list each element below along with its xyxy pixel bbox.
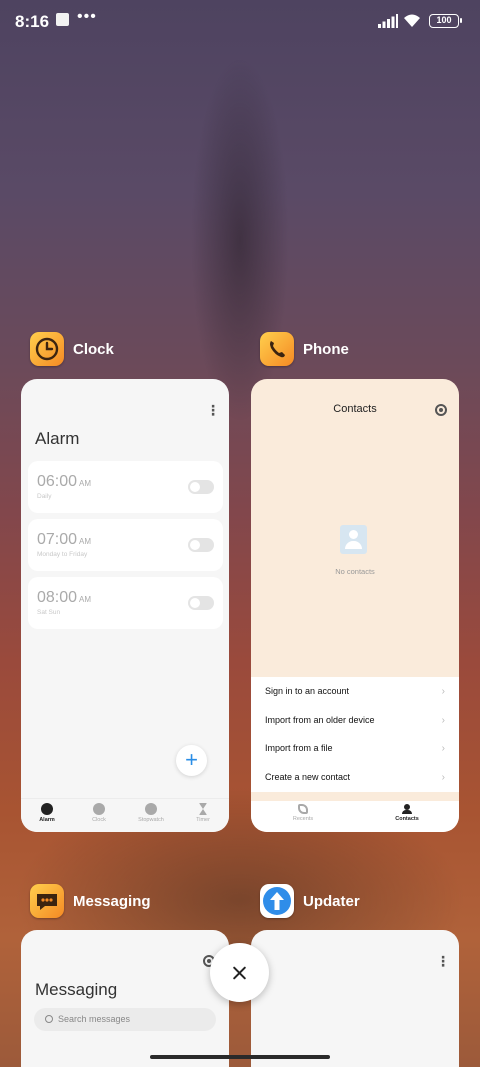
alarm-time: 07:00 AM <box>37 531 92 548</box>
create-contact-item[interactable]: Create a new contact › <box>265 772 445 786</box>
messaging-app-card[interactable]: Messaging Search messages <box>21 930 229 1067</box>
tab-alarm[interactable]: Alarm <box>21 799 73 832</box>
contacts-action-list: Sign in to an account › Import from an ol… <box>251 677 459 792</box>
messaging-app-icon[interactable] <box>30 884 64 918</box>
alarm-item[interactable]: 06:00 AM Daily <box>28 461 223 513</box>
more-notifications-icon: ••• <box>77 8 97 25</box>
alarm-time: 08:00 AM <box>37 589 92 606</box>
alarm-time: 06:00 AM <box>37 473 92 490</box>
messaging-app-title: Messaging <box>73 892 151 910</box>
clock-app-header[interactable]: Clock <box>30 332 114 366</box>
alarm-icon <box>41 803 53 815</box>
wifi-icon <box>404 14 420 27</box>
alarm-item[interactable]: 08:00 AM Sat Sun <box>28 577 223 629</box>
sign-in-item[interactable]: Sign in to an account › <box>265 686 445 700</box>
messaging-app-header[interactable]: Messaging <box>30 884 151 918</box>
updater-app-header[interactable]: Updater <box>260 884 360 918</box>
alarm-repeat: Sat Sun <box>37 609 61 616</box>
tab-clock[interactable]: Clock <box>73 799 125 832</box>
contacts-title: Contacts <box>333 403 377 415</box>
no-contacts-text: No contacts <box>335 567 375 576</box>
phone-app-icon[interactable] <box>260 332 294 366</box>
person-icon <box>402 804 412 814</box>
gear-icon[interactable] <box>435 404 447 416</box>
notification-square-icon <box>56 13 69 26</box>
alarm-toggle[interactable] <box>188 480 214 494</box>
more-options-icon[interactable]: ⋮ <box>436 954 450 968</box>
clock-app-icon[interactable] <box>30 332 64 366</box>
empty-contact-icon <box>340 525 367 554</box>
phone-app-card[interactable]: Contacts No contacts Sign in to an accou… <box>251 379 459 832</box>
clock-bottom-nav: Alarm Clock Stopwatch Timer <box>21 798 229 832</box>
updater-app-title: Updater <box>303 892 360 910</box>
alarm-heading: Alarm <box>35 429 80 448</box>
clock-app-title: Clock <box>73 340 114 358</box>
phone-bottom-nav: Recents Contacts <box>251 797 459 832</box>
tab-recents[interactable]: Recents <box>251 801 355 832</box>
signal-icon <box>378 14 398 28</box>
updater-app-card[interactable]: ⋮ <box>251 930 459 1067</box>
battery-level: 100 <box>436 15 452 25</box>
import-file-item[interactable]: Import from a file › <box>265 743 445 757</box>
tab-stopwatch[interactable]: Stopwatch <box>125 799 177 832</box>
search-input[interactable]: Search messages <box>34 1008 216 1031</box>
stopwatch-icon <box>145 803 157 815</box>
clock-app-card[interactable]: ⋮ Alarm 06:00 AM Daily 07:00 AM Monday to … <box>21 379 229 832</box>
chevron-right-icon: › <box>441 715 445 726</box>
hourglass-icon <box>199 803 207 815</box>
import-older-device-item[interactable]: Import from an older device › <box>265 715 445 729</box>
search-icon <box>45 1015 53 1023</box>
alarm-toggle[interactable] <box>188 596 214 610</box>
tab-contacts[interactable]: Contacts <box>355 801 459 832</box>
alarm-repeat: Daily <box>37 493 52 500</box>
alarm-item[interactable]: 07:00 AM Monday to Friday <box>28 519 223 571</box>
clock-icon <box>93 803 105 815</box>
add-alarm-button[interactable]: + <box>176 745 207 776</box>
battery-icon: 100 <box>429 14 462 28</box>
phone-app-title: Phone <box>303 340 349 358</box>
clear-all-button[interactable] <box>210 943 269 1002</box>
tab-timer[interactable]: Timer <box>177 799 229 832</box>
phone-app-header[interactable]: Phone <box>260 332 349 366</box>
messaging-heading: Messaging <box>35 980 118 999</box>
updater-app-icon[interactable] <box>260 884 294 918</box>
chevron-right-icon: › <box>441 743 445 754</box>
alarm-toggle[interactable] <box>188 538 214 552</box>
status-bar: 8:16 ••• 100 <box>0 0 480 44</box>
more-options-icon[interactable]: ⋮ <box>206 403 220 417</box>
home-indicator[interactable] <box>150 1055 330 1059</box>
chevron-right-icon: › <box>441 772 445 783</box>
chevron-right-icon: › <box>441 686 445 697</box>
alarm-repeat: Monday to Friday <box>37 551 88 558</box>
phone-icon <box>298 804 308 814</box>
status-time: 8:16 <box>15 12 50 31</box>
